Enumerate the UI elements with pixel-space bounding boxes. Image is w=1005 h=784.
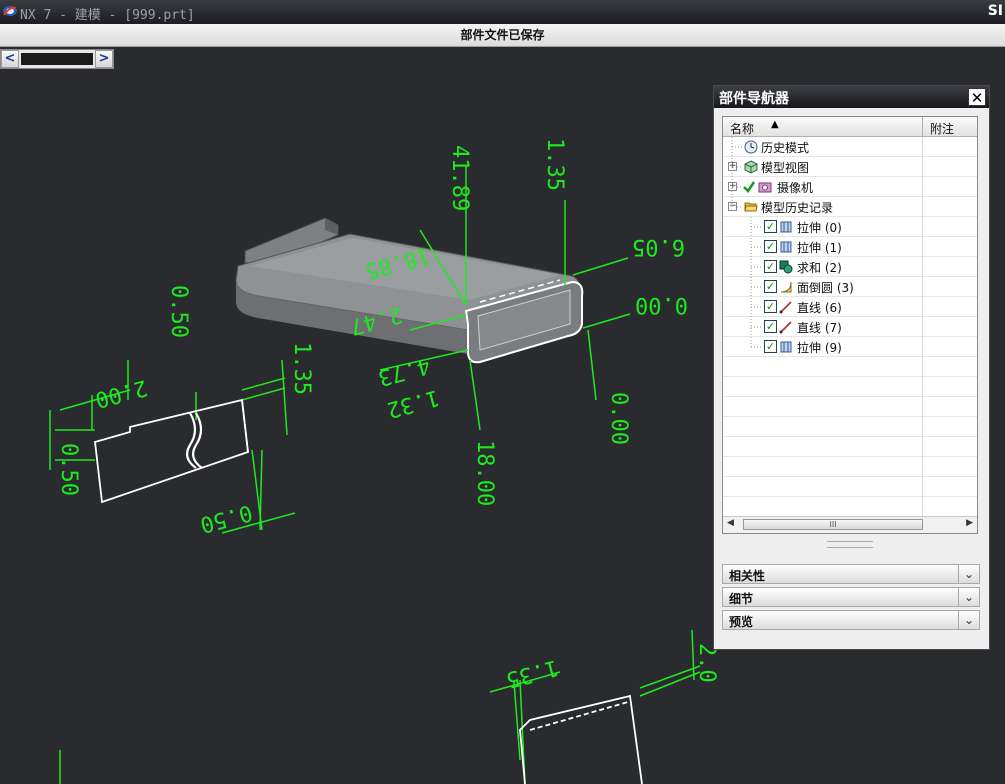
tree-horizontal-scrollbar[interactable]: ◀ III ▶ xyxy=(723,516,977,533)
window-title-bar: NX 7 - 建模 - [999.prt] SI xyxy=(0,0,1005,24)
dimension-label: 1.35 xyxy=(542,138,567,191)
section-label: 预览 xyxy=(729,615,754,629)
section-label: 相关性 xyxy=(729,569,766,583)
dimension-label: 41.89 xyxy=(447,145,472,211)
chevron-down-icon[interactable]: ⌄ xyxy=(958,565,979,583)
solid-body[interactable] xyxy=(235,217,584,364)
close-icon[interactable]: ✕ xyxy=(968,88,986,107)
scroll-left-button[interactable]: < xyxy=(1,50,19,68)
dimension-label: 0.50 xyxy=(56,443,81,496)
view-scroller[interactable]: < > xyxy=(0,49,114,69)
empty-row xyxy=(723,357,977,377)
feature-tree[interactable]: 名称 ▲ 附注 历史模式 + 模型视图 + 摄像机 − 模型历史记录 ✓ 拉伸 … xyxy=(722,116,978,534)
dimension-label: 1.35 xyxy=(503,654,561,692)
empty-row xyxy=(723,417,977,437)
brand-label: SI xyxy=(987,3,1003,19)
empty-row xyxy=(723,457,977,477)
chevron-down-icon[interactable]: ⌄ xyxy=(958,588,979,606)
dimension-label: 2.00 xyxy=(92,374,150,412)
dimension-label: 1.32 xyxy=(384,384,442,422)
tree-item-label: 拉伸 (1) xyxy=(797,241,842,255)
tree-item-label: 面倒圆 (3) xyxy=(797,281,854,295)
status-bar: 部件文件已保存 xyxy=(0,24,1005,47)
scroll-track[interactable] xyxy=(21,53,93,65)
part-navigator-panel[interactable]: 部件导航器 ✕ 名称 ▲ 附注 历史模式 + 模型视图 + 摄像机 − 模型历史… xyxy=(713,85,990,650)
tree-item-label: 拉伸 (9) xyxy=(797,341,842,355)
chevron-down-icon[interactable]: ⌄ xyxy=(958,611,979,629)
sketch-geometry[interactable] xyxy=(94,398,643,784)
navigator-title: 部件导航器 xyxy=(719,91,789,107)
dimension-label: 0.00 xyxy=(635,292,688,317)
tree-item-label: 拉伸 (0) xyxy=(797,221,842,235)
section-dependencies[interactable]: 相关性 ⌄ xyxy=(722,564,980,584)
scroll-left-icon[interactable]: ◀ xyxy=(727,518,734,528)
empty-row xyxy=(723,397,977,417)
dimension-label: 0.50 xyxy=(197,499,255,537)
tree-item-label: 直线 (7) xyxy=(797,321,842,335)
nx-logo-icon xyxy=(3,6,17,16)
status-message: 部件文件已保存 xyxy=(460,28,545,42)
dimension-label: 0.50 xyxy=(166,285,191,338)
column-divider[interactable] xyxy=(922,117,923,136)
navigator-header: 部件导航器 ✕ xyxy=(714,86,989,108)
tree-connector-lines xyxy=(731,137,763,348)
section-preview[interactable]: 预览 ⌄ xyxy=(722,610,980,630)
empty-row xyxy=(723,377,977,397)
scroll-thumb[interactable]: III xyxy=(743,519,923,530)
navigator-body: 名称 ▲ 附注 历史模式 + 模型视图 + 摄像机 − 模型历史记录 ✓ 拉伸 … xyxy=(714,108,989,649)
empty-row xyxy=(723,497,977,517)
column-name-header[interactable]: 名称 xyxy=(730,120,754,137)
section-label: 细节 xyxy=(729,592,754,606)
empty-row xyxy=(723,477,977,497)
splitter-grip[interactable] xyxy=(827,541,873,548)
dimension-labels: 1.35 6.05 0.00 0.00 41.89 18.85 2.47 4.7… xyxy=(56,138,719,692)
tree-item-label: 求和 (2) xyxy=(797,261,842,275)
dimension-label: 18.00 xyxy=(472,440,497,506)
dimension-label: 1.35 xyxy=(289,342,314,395)
dimension-label: 6.05 xyxy=(632,234,685,259)
column-note-header[interactable]: 附注 xyxy=(930,120,954,137)
tree-item-label: 直线 (6) xyxy=(797,301,842,315)
dimension-label: 4.73 xyxy=(375,352,433,390)
tree-column-header: 名称 ▲ 附注 xyxy=(723,117,977,137)
sort-ascending-icon[interactable]: ▲ xyxy=(771,119,779,130)
window-title: NX 7 - 建模 - [999.prt] xyxy=(20,8,195,23)
scroll-right-button[interactable]: > xyxy=(95,50,113,68)
dimension-label: 0.00 xyxy=(606,392,631,445)
scroll-right-icon[interactable]: ▶ xyxy=(966,518,973,528)
empty-row xyxy=(723,437,977,457)
section-details[interactable]: 细节 ⌄ xyxy=(722,587,980,607)
